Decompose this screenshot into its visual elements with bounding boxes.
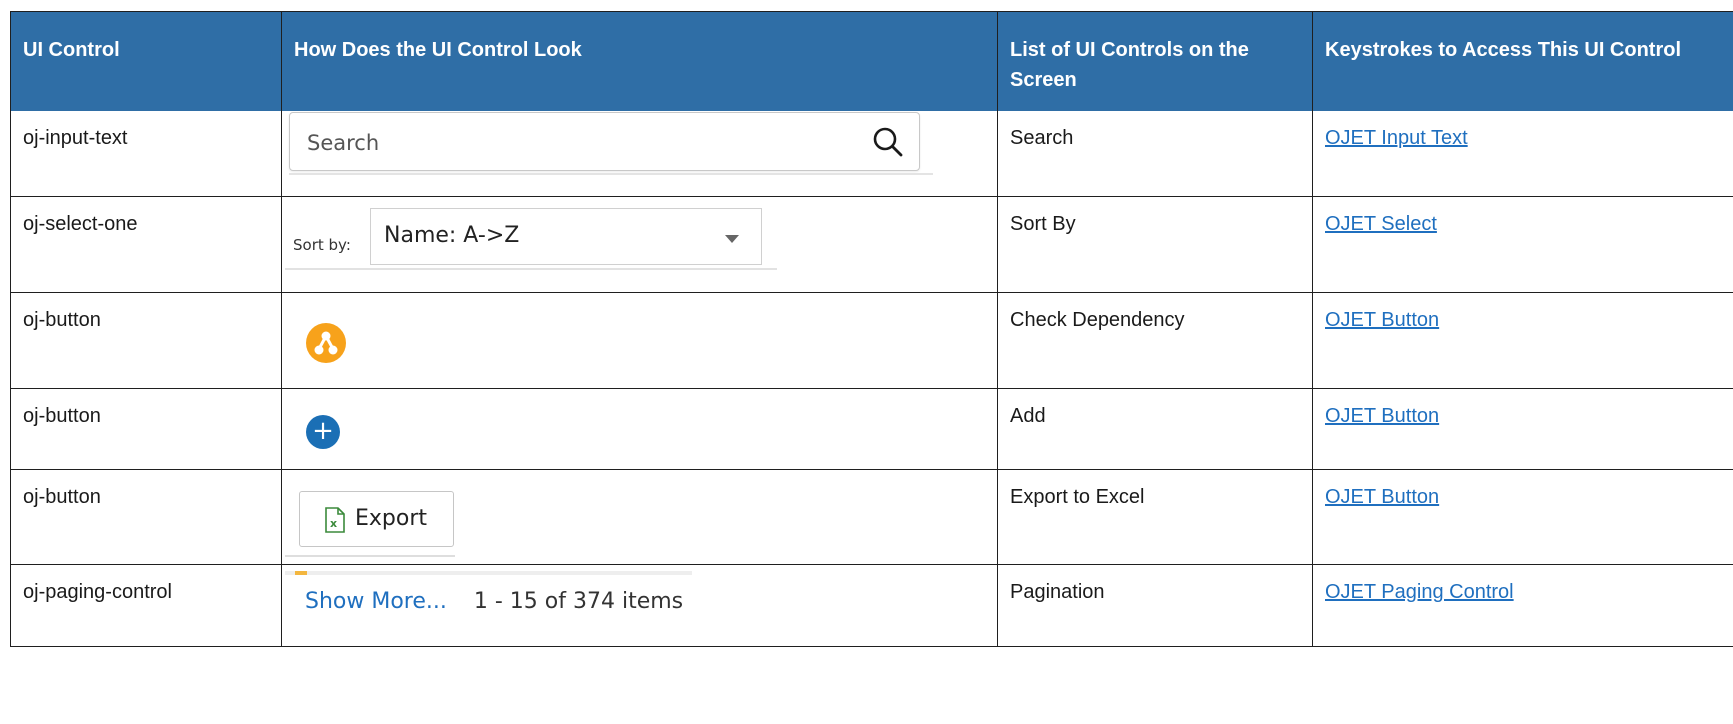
control-name: oj-button: [10, 470, 281, 564]
paging-accent: [295, 571, 307, 575]
paging-range: 1 - 15 of 374 items: [473, 589, 684, 614]
doc-link[interactable]: OJET Paging Control: [1325, 581, 1514, 603]
sort-value: Name: A->Z: [384, 223, 520, 248]
header-keystrokes: Keystrokes to Access This UI Control: [1312, 12, 1733, 111]
search-divider: [289, 173, 933, 175]
control-look-cell: [281, 293, 997, 388]
control-name: oj-button: [10, 293, 281, 388]
doc-link[interactable]: OJET Select: [1325, 213, 1437, 235]
link-cell: OJET Select: [1312, 197, 1733, 292]
table-row: oj-select-one Sort By OJET Select: [10, 197, 1733, 293]
export-label: Export: [355, 506, 428, 531]
paging-control-demo: Show More... 1 - 15 of 374 items: [305, 589, 683, 614]
link-cell: OJET Input Text: [1312, 111, 1733, 196]
check-dependency-button[interactable]: [306, 323, 346, 363]
table-row: oj-button Check Dependency OJET Button: [10, 293, 1733, 389]
table-row: oj-button Export to Excel OJET Button: [10, 470, 1733, 565]
excel-icon: x: [325, 507, 345, 533]
sort-label: Sort by:: [293, 236, 351, 254]
plus-icon: +: [312, 416, 334, 446]
screen-control-name: Sort By: [997, 197, 1312, 292]
control-name: oj-paging-control: [10, 565, 281, 646]
table-row: oj-button Add OJET Button: [10, 389, 1733, 470]
header-control-look: How Does the UI Control Look: [281, 12, 997, 111]
screen-control-name: Add: [997, 389, 1312, 469]
export-button[interactable]: x Export: [299, 491, 454, 547]
screen-control-name: Pagination: [997, 565, 1312, 646]
sort-select-demo[interactable]: Name: A->Z: [370, 208, 762, 265]
header-controls-list: List of UI Controls on the Screen: [997, 12, 1312, 111]
link-cell: OJET Button: [1312, 389, 1733, 469]
doc-link[interactable]: OJET Button: [1325, 486, 1439, 508]
add-button[interactable]: +: [306, 415, 340, 449]
dependency-icon: [314, 331, 338, 355]
link-cell: OJET Button: [1312, 293, 1733, 388]
search-placeholder: Search: [307, 131, 380, 155]
export-divider: [285, 555, 455, 557]
header-ui-control: UI Control: [10, 12, 281, 111]
paging-top-border: [285, 571, 692, 575]
search-input-demo[interactable]: Search: [289, 112, 920, 171]
search-icon[interactable]: [871, 125, 905, 159]
control-look-cell: [281, 389, 997, 469]
show-more-link[interactable]: Show More...: [305, 589, 447, 614]
controls-table: UI Control How Does the UI Control Look …: [10, 11, 1733, 647]
table-row: oj-paging-control Pagination OJET Paging…: [10, 565, 1733, 647]
control-name: oj-select-one: [10, 197, 281, 292]
screen-control-name: Search: [997, 111, 1312, 196]
doc-link[interactable]: OJET Button: [1325, 309, 1439, 331]
control-name: oj-button: [10, 389, 281, 469]
svg-text:x: x: [330, 517, 337, 530]
doc-link[interactable]: OJET Button: [1325, 405, 1439, 427]
select-divider: [285, 268, 777, 270]
chevron-down-icon: [725, 235, 739, 243]
control-name: oj-input-text: [10, 111, 281, 196]
link-cell: OJET Button: [1312, 470, 1733, 564]
screen-control-name: Export to Excel: [997, 470, 1312, 564]
link-cell: OJET Paging Control: [1312, 565, 1733, 646]
screen-control-name: Check Dependency: [997, 293, 1312, 388]
table-header-row: UI Control How Does the UI Control Look …: [10, 11, 1733, 111]
doc-link[interactable]: OJET Input Text: [1325, 127, 1468, 149]
